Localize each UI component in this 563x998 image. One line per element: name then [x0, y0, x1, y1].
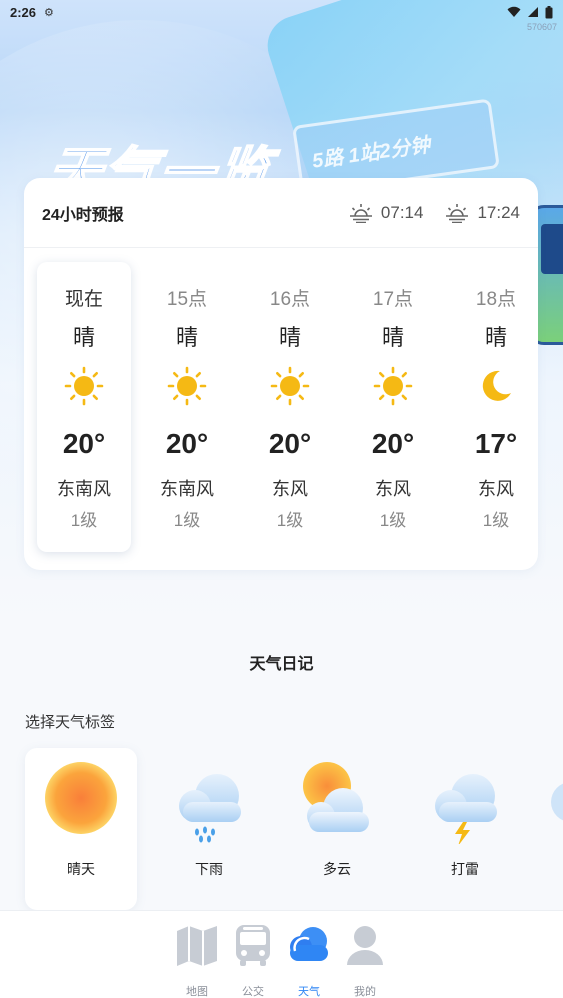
hour-label: 16点: [269, 289, 311, 310]
tag-name: 晴天: [67, 861, 95, 877]
hour-wind-level: 1级: [70, 511, 98, 530]
hour-label: 15点: [166, 289, 208, 310]
profile-icon: [347, 926, 383, 965]
hour-item-15[interactable]: 15点 晴 20° 东南风 1级: [140, 262, 234, 552]
cloudy-tag-icon: [303, 762, 369, 832]
rain-tag-icon: [179, 774, 241, 843]
tag-name: 打雷: [451, 861, 479, 877]
hour-wind-level: 1级: [379, 511, 407, 530]
hour-item-16[interactable]: 16点 晴 20° 东风 1级: [243, 262, 337, 552]
sunset-icon: [446, 203, 469, 223]
sunrise: 07:14: [349, 202, 424, 223]
bus-icon: [236, 925, 270, 966]
hour-wind-level: 1级: [482, 511, 510, 530]
hour-temp: 20°: [371, 428, 415, 459]
tag-rain[interactable]: 下雨: [153, 748, 265, 910]
tag-cloudy[interactable]: 多云: [281, 748, 393, 910]
nav-label: 天气: [298, 986, 320, 998]
hour-label: 现在: [64, 289, 103, 310]
status-time: 2:26: [10, 4, 37, 20]
hour-item-17[interactable]: 17点 晴 20° 东风 1级: [346, 262, 440, 552]
hour-wind: 东风: [478, 479, 514, 499]
signal-icon: [528, 7, 538, 17]
partial-tag-icon: [551, 783, 563, 821]
sunset-time: 17:24: [477, 202, 520, 222]
hour-condition: 晴: [484, 325, 507, 350]
hour-wind: 东南风: [57, 479, 111, 499]
hour-label: 17点: [372, 289, 414, 310]
sunset: 17:24: [445, 203, 520, 223]
hour-condition: 晴: [278, 325, 301, 350]
hour-wind: 东风: [272, 479, 308, 499]
tag-more-partial[interactable]: [537, 748, 563, 910]
forecast-title: 24小时预报: [42, 206, 124, 224]
hour-condition: 晴: [175, 325, 198, 350]
nav-label: 地图: [186, 986, 208, 998]
sun-icon: [167, 366, 207, 406]
sun-times: 07:14 17:24: [349, 203, 520, 223]
sun-icon: [64, 366, 104, 406]
diary-title: 天气日记: [249, 656, 314, 673]
sunny-tag-icon: [45, 762, 117, 834]
status-icons: [507, 5, 553, 19]
hour-temp: 20°: [268, 428, 312, 459]
hour-wind: 东风: [375, 479, 411, 499]
sunrise-icon: [349, 203, 372, 223]
nav-item-profile[interactable]: 我的: [337, 923, 393, 998]
hour-condition: 晴: [72, 325, 95, 350]
settings-status-icon: ⚙: [44, 6, 54, 19]
hour-item-now[interactable]: 现在 晴 20° 东南风 1级: [37, 262, 131, 552]
hour-wind-level: 1级: [276, 511, 304, 530]
device-id-text: 570607: [526, 22, 557, 32]
hourly-forecast-list[interactable]: 现在 晴 20° 东南风 1级 15点 晴 20° 东南风 1级 16点 晴 2…: [24, 262, 538, 562]
forecast-header: 24小时预报 07:14 17:24: [24, 178, 538, 248]
forecast-card: 24小时预报 07:14 17:24 现在 晴 20° 东南风 1级 15点 晴…: [24, 178, 538, 570]
hour-wind: 东南风: [160, 479, 214, 499]
tag-name: 下雨: [195, 861, 223, 877]
nav-label: 我的: [354, 986, 376, 998]
hour-condition: 晴: [381, 325, 404, 350]
sun-icon: [373, 366, 413, 406]
tag-sunny[interactable]: 晴天: [25, 748, 137, 910]
hour-label: 18点: [475, 289, 517, 310]
nav-item-weather[interactable]: 天气: [281, 923, 337, 998]
tag-thunder[interactable]: 打雷: [409, 748, 521, 910]
hour-temp: 20°: [62, 428, 106, 459]
moon-icon: [482, 370, 511, 401]
nav-item-map[interactable]: 地图: [169, 923, 225, 998]
nav-label: 公交: [242, 986, 264, 998]
hour-temp: 17°: [474, 428, 518, 459]
sunrise-time: 07:14: [380, 202, 424, 222]
battery-icon: [545, 5, 553, 18]
wifi-icon: [507, 6, 521, 17]
sun-icon: [270, 366, 310, 406]
tag-name: 多云: [323, 861, 351, 877]
hour-wind-level: 1级: [173, 511, 201, 530]
bottom-nav: 地图 公交 天气 我的: [0, 910, 563, 998]
tag-select-label: 选择天气标签: [25, 714, 116, 731]
weather-icon: [290, 927, 328, 961]
map-icon: [177, 926, 217, 966]
hour-temp: 20°: [165, 428, 209, 459]
weather-tag-list[interactable]: 晴天 下雨 多云 打雷: [25, 748, 563, 910]
status-bar: 2:26 ⚙: [0, 0, 563, 24]
nav-item-bus[interactable]: 公交: [225, 923, 281, 998]
thunder-tag-icon: [435, 774, 497, 844]
hour-item-18[interactable]: 18点 晴 17° 东风 1级: [449, 262, 538, 552]
